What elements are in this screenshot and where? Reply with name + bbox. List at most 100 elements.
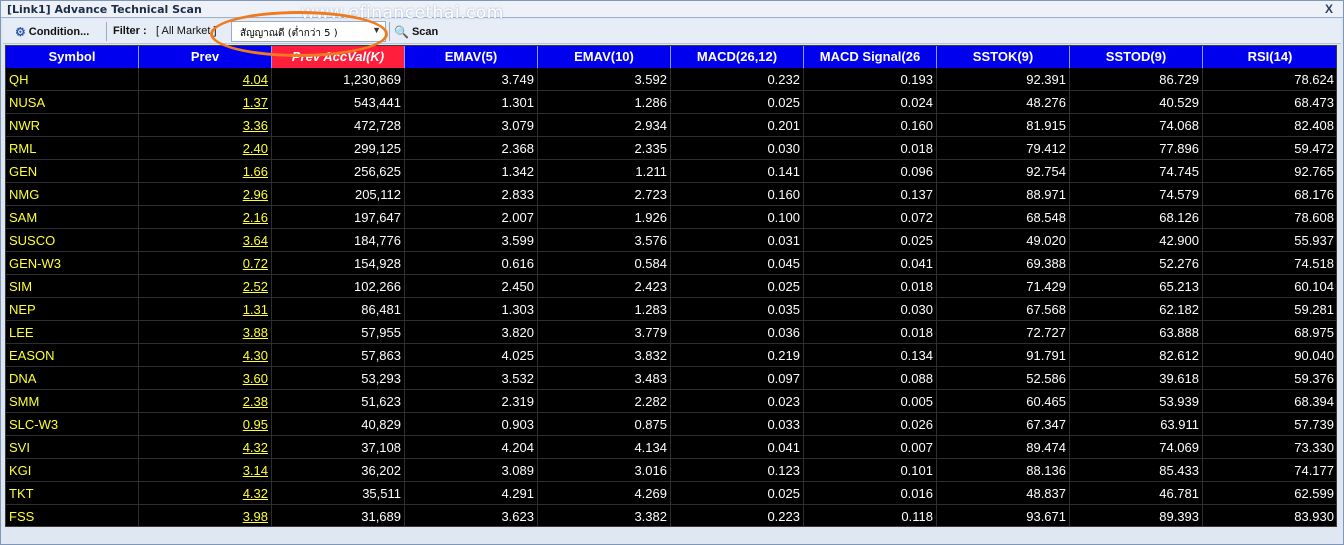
symbol-cell[interactable]: EASON — [6, 344, 139, 367]
signal-select[interactable]: สัญญาณดี (ต่ำกว่า 5 ) ▼ — [231, 21, 386, 42]
prev-link[interactable]: 1.37 — [139, 91, 272, 114]
column-header-sstok-9[interactable]: SSTOK(9) — [937, 46, 1070, 68]
value-cell: 3.779 — [538, 321, 671, 344]
symbol-cell[interactable]: NEP — [6, 298, 139, 321]
table-row[interactable]: SUSCO 3.64 184,776 3.599 3.576 0.031 0.025 49.0… — [6, 229, 1336, 252]
symbol-cell[interactable]: TKT — [6, 482, 139, 505]
table-row[interactable]: RML 2.40 299,125 2.368 2.335 0.030 0.018 79.412… — [6, 137, 1336, 160]
value-cell: 67.347 — [937, 413, 1070, 436]
prev-link[interactable]: 3.98 — [139, 505, 272, 526]
prev-link[interactable]: 4.32 — [139, 482, 272, 505]
value-cell: 0.030 — [671, 137, 804, 160]
value-cell: 0.025 — [804, 229, 937, 252]
value-cell: 90.040 — [1203, 344, 1336, 367]
prev-link[interactable]: 3.36 — [139, 114, 272, 137]
value-cell: 74.745 — [1070, 160, 1203, 183]
table-row[interactable]: SLC-W3 0.95 40,829 0.903 0.875 0.033 0.026 67.3… — [6, 413, 1336, 436]
column-header-prev[interactable]: Prev — [139, 46, 272, 68]
prev-link[interactable]: 3.14 — [139, 459, 272, 482]
symbol-cell[interactable]: GEN-W3 — [6, 252, 139, 275]
symbol-cell[interactable]: GEN — [6, 160, 139, 183]
scan-button[interactable]: 🔍 Scan — [394, 22, 438, 41]
symbol-cell[interactable]: NMG — [6, 183, 139, 206]
symbol-cell[interactable]: QH — [6, 68, 139, 91]
symbol-cell[interactable]: LEE — [6, 321, 139, 344]
symbol-cell[interactable]: SVI — [6, 436, 139, 459]
value-cell: 63.888 — [1070, 321, 1203, 344]
value-cell: 31,689 — [272, 505, 405, 526]
table-row[interactable]: NUSA 1.37 543,441 1.301 1.286 0.025 0.024 48.27… — [6, 91, 1336, 114]
symbol-cell[interactable]: SAM — [6, 206, 139, 229]
symbol-cell[interactable]: NWR — [6, 114, 139, 137]
prev-link[interactable]: 0.72 — [139, 252, 272, 275]
prev-link[interactable]: 4.30 — [139, 344, 272, 367]
table-row[interactable]: DNA 3.60 53,293 3.532 3.483 0.097 0.088 52.586 3… — [6, 367, 1336, 390]
table-row[interactable]: SIM 2.52 102,266 2.450 2.423 0.025 0.018 71.429… — [6, 275, 1336, 298]
value-cell: 0.025 — [671, 91, 804, 114]
table-row[interactable]: FSS 3.98 31,689 3.623 3.382 0.223 0.118 93.671 8… — [6, 505, 1336, 526]
table-row[interactable]: SMM 2.38 51,623 2.319 2.282 0.023 0.005 60.465 5… — [6, 390, 1336, 413]
column-header-rsi-14[interactable]: RSI(14) — [1203, 46, 1336, 68]
table-row[interactable]: NMG 2.96 205,112 2.833 2.723 0.160 0.137 88.971… — [6, 183, 1336, 206]
table-row[interactable]: NEP 1.31 86,481 1.303 1.283 0.035 0.030 67.568 6… — [6, 298, 1336, 321]
value-cell: 69.388 — [937, 252, 1070, 275]
symbol-cell[interactable]: SLC-W3 — [6, 413, 139, 436]
scan-results-grid[interactable]: Symbol Prev Prev AccVal(K) EMAV(5) EMAV(10) M… — [5, 45, 1337, 527]
filter-label: Filter : — [113, 25, 147, 37]
prev-link[interactable]: 2.40 — [139, 137, 272, 160]
symbol-cell[interactable]: NUSA — [6, 91, 139, 114]
column-header-emav-5[interactable]: EMAV(5) — [405, 46, 538, 68]
column-header-prev-accval-k[interactable]: Prev AccVal(K) — [272, 46, 405, 68]
value-cell: 3.832 — [538, 344, 671, 367]
table-row[interactable]: NWR 3.36 472,728 3.079 2.934 0.201 0.160 81.915… — [6, 114, 1336, 137]
table-row[interactable]: LEE 3.88 57,955 3.820 3.779 0.036 0.018 72.727 6… — [6, 321, 1336, 344]
table-row[interactable]: TKT 4.32 35,511 4.291 4.269 0.025 0.016 48.837 4… — [6, 482, 1336, 505]
condition-button[interactable]: ⚙ Condition... — [15, 22, 89, 41]
prev-link[interactable]: 2.16 — [139, 206, 272, 229]
status-bar — [1, 529, 1343, 544]
value-cell: 1.303 — [405, 298, 538, 321]
symbol-cell[interactable]: KGI — [6, 459, 139, 482]
prev-link[interactable]: 1.66 — [139, 160, 272, 183]
column-header-macd-26-12[interactable]: MACD(26,12) — [671, 46, 804, 68]
filter-value[interactable]: [ All Market ] — [156, 25, 217, 37]
value-cell: 86,481 — [272, 298, 405, 321]
prev-link[interactable]: 0.95 — [139, 413, 272, 436]
table-row[interactable]: KGI 3.14 36,202 3.089 3.016 0.123 0.101 88.136 8… — [6, 459, 1336, 482]
symbol-cell[interactable]: SUSCO — [6, 229, 139, 252]
value-cell: 74.068 — [1070, 114, 1203, 137]
table-row[interactable]: EASON 4.30 57,863 4.025 3.832 0.219 0.134 91.79… — [6, 344, 1336, 367]
table-row[interactable]: SVI 4.32 37,108 4.204 4.134 0.041 0.007 89.474 7… — [6, 436, 1336, 459]
prev-link[interactable]: 4.04 — [139, 68, 272, 91]
prev-link[interactable]: 4.32 — [139, 436, 272, 459]
title-bar[interactable]: [Link1] Advance Technical Scan X — [1, 1, 1343, 18]
prev-link[interactable]: 2.96 — [139, 183, 272, 206]
table-row[interactable]: GEN 1.66 256,625 1.342 1.211 0.141 0.096 92.754… — [6, 160, 1336, 183]
table-row[interactable]: QH 4.04 1,230,869 3.749 3.592 0.232 0.193 92.39… — [6, 68, 1336, 91]
symbol-cell[interactable]: DNA — [6, 367, 139, 390]
value-cell: 3.089 — [405, 459, 538, 482]
value-cell: 0.025 — [671, 275, 804, 298]
value-cell: 92.765 — [1203, 160, 1336, 183]
column-header-macd-signal-26[interactable]: MACD Signal(26 — [804, 46, 937, 68]
symbol-cell[interactable]: SIM — [6, 275, 139, 298]
column-header-emav-10[interactable]: EMAV(10) — [538, 46, 671, 68]
table-row[interactable]: GEN-W3 0.72 154,928 0.616 0.584 0.045 0.041 69.… — [6, 252, 1336, 275]
symbol-cell[interactable]: SMM — [6, 390, 139, 413]
prev-link[interactable]: 3.64 — [139, 229, 272, 252]
value-cell: 3.749 — [405, 68, 538, 91]
prev-link[interactable]: 2.38 — [139, 390, 272, 413]
close-icon[interactable]: X — [1325, 2, 1333, 16]
chevron-down-icon[interactable]: ▼ — [372, 25, 381, 35]
table-row[interactable]: SAM 2.16 197,647 2.007 1.926 0.100 0.072 68.548… — [6, 206, 1336, 229]
column-header-symbol[interactable]: Symbol — [6, 46, 139, 68]
value-cell: 36,202 — [272, 459, 405, 482]
value-cell: 4.134 — [538, 436, 671, 459]
symbol-cell[interactable]: RML — [6, 137, 139, 160]
prev-link[interactable]: 2.52 — [139, 275, 272, 298]
prev-link[interactable]: 3.60 — [139, 367, 272, 390]
prev-link[interactable]: 3.88 — [139, 321, 272, 344]
symbol-cell[interactable]: FSS — [6, 505, 139, 526]
column-header-sstod-9[interactable]: SSTOD(9) — [1070, 46, 1203, 68]
prev-link[interactable]: 1.31 — [139, 298, 272, 321]
